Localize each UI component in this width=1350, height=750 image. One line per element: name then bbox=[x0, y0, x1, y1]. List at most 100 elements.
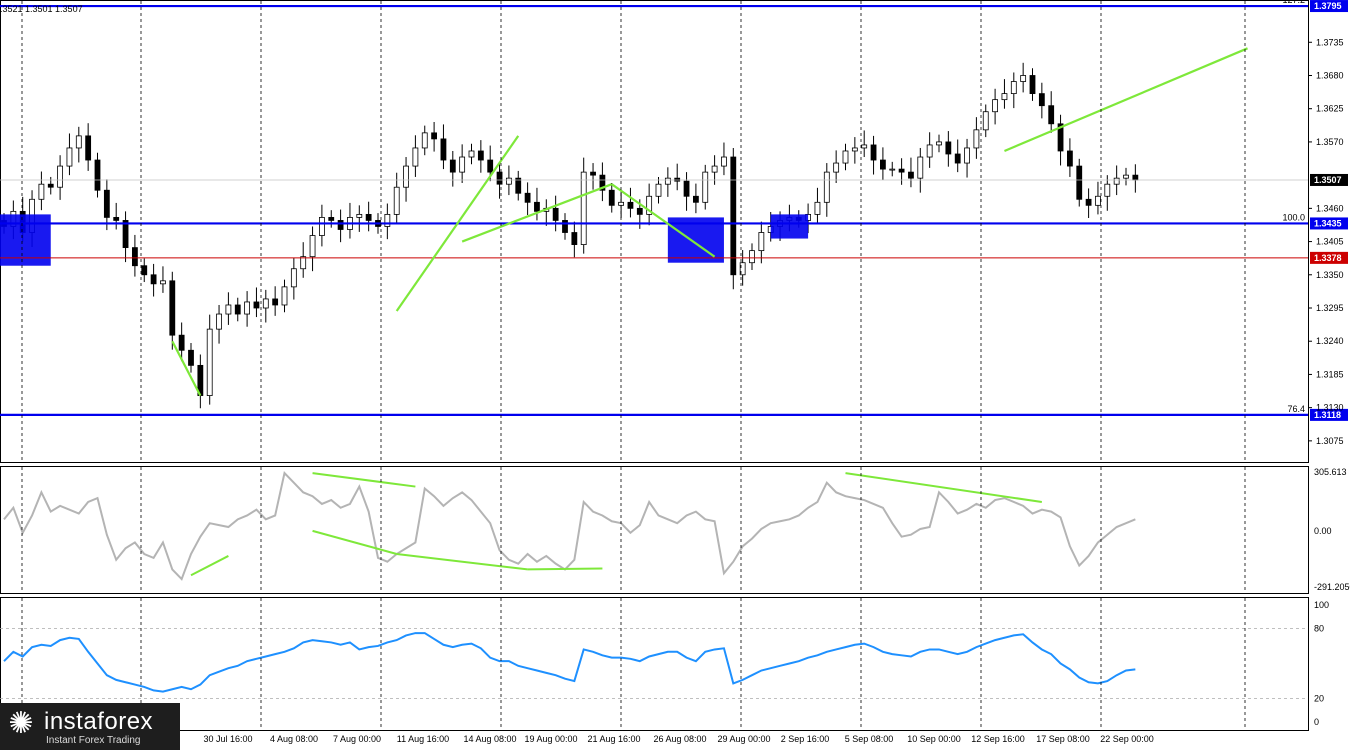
candle-body bbox=[178, 334, 185, 351]
candle-body bbox=[702, 171, 709, 203]
candle-body bbox=[94, 159, 101, 191]
candle-body bbox=[655, 183, 662, 197]
candle-body bbox=[1038, 93, 1045, 107]
candle-body bbox=[982, 111, 989, 131]
candle-body bbox=[618, 201, 624, 206]
candle-body bbox=[590, 171, 596, 176]
oscillator-series-line bbox=[3, 471, 1136, 581]
candle-body bbox=[580, 171, 587, 245]
x-tick-label: 2 Sep 16:00 bbox=[781, 734, 830, 744]
candle-body bbox=[880, 159, 886, 170]
x-tick-label: 30 Jul 16:00 bbox=[203, 734, 252, 744]
x-tick-label: 7 Aug 00:00 bbox=[333, 734, 381, 744]
x-tick-label: 11 Aug 16:00 bbox=[397, 734, 449, 744]
y-tick-label: 1.3570 bbox=[1316, 137, 1344, 147]
y-tick-label: 80 bbox=[1314, 623, 1324, 633]
price-pane[interactable]: 127.21.3795100.01.343576.41.31181.33781.… bbox=[0, 0, 1348, 463]
candle-body bbox=[309, 235, 316, 258]
candle-body bbox=[403, 165, 409, 188]
candle-body bbox=[103, 189, 110, 218]
candle-body bbox=[131, 247, 138, 267]
candle-body bbox=[814, 201, 821, 215]
trend-line bbox=[171, 340, 202, 397]
candle-body bbox=[908, 171, 914, 179]
candle-body bbox=[1067, 150, 1073, 167]
y-tick-label: 1.3405 bbox=[1316, 237, 1344, 247]
candle-body bbox=[936, 141, 942, 146]
x-tick-label: 10 Sep 00:00 bbox=[907, 734, 961, 744]
candle-body bbox=[842, 150, 849, 164]
candle-body bbox=[1085, 198, 1092, 206]
candle-body bbox=[216, 313, 222, 330]
fibonacci-level-label: 100.0 bbox=[1282, 212, 1305, 222]
candle-body bbox=[272, 298, 279, 306]
rsi-pane[interactable]: 100 80 20 0 bbox=[0, 597, 1329, 731]
candle-body bbox=[664, 177, 671, 185]
logo-mark-icon: ✺ bbox=[8, 707, 34, 740]
candle-body bbox=[206, 328, 213, 396]
x-tick-label: 22 Sep 00:00 bbox=[1100, 734, 1154, 744]
logo-name: instaforex bbox=[44, 708, 154, 735]
candle-body bbox=[150, 274, 157, 285]
candle-body bbox=[730, 156, 737, 276]
candle-body bbox=[505, 177, 512, 185]
candle-body bbox=[562, 220, 568, 233]
trend-line bbox=[190, 555, 229, 577]
candle-body bbox=[973, 129, 980, 149]
candle-body bbox=[851, 147, 858, 152]
candle-body bbox=[1001, 93, 1008, 101]
trading-chart[interactable]: 127.21.3795100.01.343576.41.31181.33781.… bbox=[0, 0, 1350, 750]
y-tick-label: 1.3185 bbox=[1316, 369, 1344, 379]
candle-body bbox=[318, 217, 325, 236]
y-tick-label: -291.2050 bbox=[1314, 582, 1350, 592]
candle-body bbox=[693, 195, 699, 203]
candle-body bbox=[75, 135, 82, 149]
candle-body bbox=[421, 132, 428, 149]
candle-body bbox=[552, 207, 559, 221]
candle-body bbox=[431, 132, 438, 140]
candle-body bbox=[749, 250, 755, 264]
candle-body bbox=[571, 232, 578, 245]
candle-body bbox=[534, 201, 540, 212]
candle-body bbox=[1010, 81, 1017, 95]
rsi-series-line bbox=[3, 632, 1136, 693]
pane-border bbox=[0, 0, 1309, 463]
candle-body bbox=[964, 147, 970, 164]
y-tick-label: 0 bbox=[1314, 717, 1319, 727]
candle-body bbox=[365, 213, 372, 221]
candle-body bbox=[823, 171, 830, 203]
y-tick-label: 0.00 bbox=[1314, 526, 1332, 536]
price-label-text: 1.3795 bbox=[1314, 1, 1342, 11]
instaforex-logo: ✺ instaforex Instant Forex Trading bbox=[0, 703, 180, 750]
y-tick-label: 1.3240 bbox=[1316, 336, 1344, 346]
candle-body bbox=[1113, 177, 1120, 185]
x-tick-label: 26 Aug 08:00 bbox=[653, 734, 706, 744]
y-tick-label: 305.613 bbox=[1314, 467, 1347, 477]
oscillator-pane[interactable]: 305.613 0.00 -291.2050 bbox=[0, 466, 1350, 594]
candle-body bbox=[328, 217, 335, 221]
y-tick-label: 100 bbox=[1314, 600, 1329, 610]
candle-body bbox=[954, 153, 961, 164]
candle-body bbox=[356, 213, 363, 218]
candle-body bbox=[870, 144, 877, 161]
candle-body bbox=[992, 99, 998, 113]
candle-body bbox=[47, 183, 54, 188]
candle-body bbox=[141, 265, 148, 276]
candle-body bbox=[889, 168, 896, 171]
candle-body bbox=[1104, 183, 1111, 197]
highlight-zone bbox=[770, 214, 809, 239]
candle-body bbox=[833, 162, 840, 173]
fibonacci-level-label: 76.4 bbox=[1287, 404, 1305, 414]
ohlc-readout: .3521 1.3501 1.3507 bbox=[0, 4, 83, 14]
candle-body bbox=[440, 138, 447, 161]
trend-line bbox=[312, 529, 397, 555]
candle-body bbox=[449, 159, 456, 173]
candle-body bbox=[85, 135, 92, 161]
price-label-text: 1.3378 bbox=[1314, 253, 1342, 263]
x-tick-label: 14 Aug 08:00 bbox=[463, 734, 516, 744]
candle-body bbox=[487, 159, 494, 173]
candle-body bbox=[636, 207, 643, 215]
candle-body bbox=[608, 189, 615, 206]
candle-body bbox=[281, 286, 288, 306]
candle-body bbox=[234, 304, 241, 315]
